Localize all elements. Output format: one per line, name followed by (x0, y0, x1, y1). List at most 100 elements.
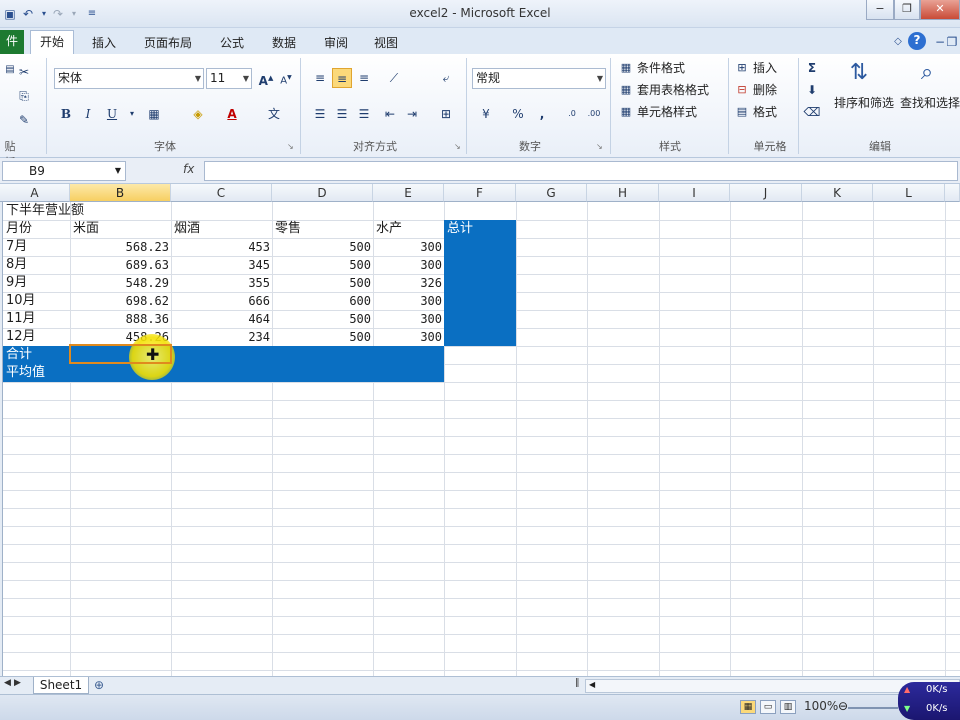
total-label-cell[interactable]: 合计 (3, 346, 70, 364)
value-cell-b[interactable]: 888.36 (70, 310, 171, 328)
value-cell-e[interactable]: 300 (373, 328, 444, 346)
page-break-view-icon[interactable]: ▥ (780, 700, 796, 714)
normal-view-icon[interactable]: ▦ (740, 700, 756, 714)
value-cell-d[interactable]: 600 (272, 292, 373, 310)
autosum-icon[interactable]: Σ (802, 58, 822, 78)
sort-filter-icon[interactable]: ⇅ (844, 58, 874, 88)
borders-icon[interactable]: ▦ (144, 104, 164, 124)
underline-button[interactable]: U (102, 104, 122, 124)
conditional-format-icon[interactable]: ▦ (616, 58, 636, 78)
zoom-out-icon[interactable]: ⊖ (838, 699, 848, 713)
zoom-slider[interactable] (848, 707, 898, 709)
formula-input[interactable] (204, 161, 958, 181)
tab-file[interactable]: 件 (0, 30, 24, 54)
ribbon-restore-icon[interactable]: ❐ (944, 34, 960, 50)
number-format-combo[interactable]: 常规 ▼ (472, 68, 606, 89)
sheet-title-cell[interactable]: 下半年营业额 (3, 202, 171, 220)
insert-function-button[interactable]: fx (183, 162, 194, 176)
first-sheet-icon[interactable]: ◀ (4, 678, 11, 688)
name-box[interactable]: B9 ▼ (2, 161, 126, 181)
header-cell-c[interactable]: 烟酒 (171, 220, 272, 238)
increase-indent-icon[interactable]: ⇥ (402, 104, 422, 124)
find-select-icon[interactable]: ⌕ (912, 58, 942, 88)
value-cell-e[interactable]: 300 (373, 292, 444, 310)
shrink-font-icon[interactable]: A▼ (276, 68, 296, 88)
align-left-icon[interactable]: ☰ (310, 104, 330, 124)
table-format-icon[interactable]: ▦ (616, 80, 636, 100)
grow-font-icon[interactable]: A▲ (256, 68, 276, 88)
tab-home[interactable]: 开始 (30, 30, 74, 55)
sheet-tab-sheet1[interactable]: Sheet1 (33, 677, 89, 694)
header-cell-total[interactable]: 总计 (444, 220, 516, 238)
cell-styles-icon[interactable]: ▦ (616, 102, 636, 122)
column-header-b[interactable]: B (70, 184, 171, 202)
column-header-i[interactable]: I (659, 184, 730, 202)
sort-filter-button[interactable]: 排序和筛选 (834, 94, 894, 112)
column-header-a[interactable]: A (0, 184, 70, 202)
last-sheet-icon[interactable]: ▶ (14, 678, 21, 688)
insert-cells-icon[interactable]: ⊞ (732, 58, 752, 78)
format-painter-icon[interactable]: ✎ (14, 110, 34, 130)
value-cell-e[interactable]: 300 (373, 310, 444, 328)
decrease-indent-icon[interactable]: ⇤ (380, 104, 400, 124)
page-layout-view-icon[interactable]: ▭ (760, 700, 776, 714)
bold-button[interactable]: B (56, 104, 76, 124)
column-header-c[interactable]: C (171, 184, 272, 202)
align-middle-icon[interactable]: ≡ (332, 68, 352, 88)
cut-icon[interactable]: ✂ (14, 62, 34, 82)
copy-icon[interactable]: ⎘ (14, 86, 34, 106)
tab-insert[interactable]: 插入 (84, 32, 124, 54)
column-header-h[interactable]: H (587, 184, 659, 202)
minimize-button[interactable]: − (866, 0, 894, 20)
align-center-icon[interactable]: ☰ (332, 104, 352, 124)
format-cells-icon[interactable]: ▤ (732, 102, 752, 122)
value-cell-b[interactable]: 568.23 (70, 238, 171, 256)
align-bottom-icon[interactable]: ≡ (354, 68, 374, 88)
phonetic-icon[interactable]: 文 (264, 104, 284, 124)
value-cell-e[interactable]: 326 (373, 274, 444, 292)
tab-data[interactable]: 数据 (264, 32, 304, 54)
align-top-icon[interactable]: ≡ (310, 68, 330, 88)
close-button[interactable]: ✕ (920, 0, 960, 20)
split-handle-icon[interactable]: ‖ (575, 678, 580, 688)
column-header-j[interactable]: J (730, 184, 802, 202)
month-cell[interactable]: 9月 (3, 274, 70, 292)
fill-color-icon[interactable]: ◈ (188, 104, 208, 124)
value-cell-b[interactable]: 548.29 (70, 274, 171, 292)
format-cells-button[interactable]: 格式 (753, 103, 777, 121)
restore-button[interactable]: ❐ (894, 0, 920, 20)
value-cell-d[interactable]: 500 (272, 310, 373, 328)
delete-cells-icon[interactable]: ⊟ (732, 80, 752, 100)
font-color-icon[interactable]: A (222, 104, 242, 124)
merge-center-icon[interactable]: ⊞ (436, 104, 456, 124)
decrease-decimal-icon[interactable]: .00 (584, 104, 604, 124)
value-cell-d[interactable]: 500 (272, 328, 373, 346)
column-header-g[interactable]: G (516, 184, 587, 202)
value-cell-c[interactable]: 234 (171, 328, 272, 346)
value-cell-d[interactable]: 500 (272, 238, 373, 256)
column-header-f[interactable]: F (444, 184, 516, 202)
tab-review[interactable]: 审阅 (316, 32, 356, 54)
value-cell-c[interactable]: 345 (171, 256, 272, 274)
find-select-button[interactable]: 查找和选择 (900, 94, 960, 112)
month-cell[interactable]: 11月 (3, 310, 70, 328)
value-cell-d[interactable]: 500 (272, 256, 373, 274)
font-size-combo[interactable]: 11 ▼ (206, 68, 252, 89)
value-cell-c[interactable]: 453 (171, 238, 272, 256)
italic-button[interactable]: I (78, 104, 98, 124)
column-header-d[interactable]: D (272, 184, 373, 202)
help-icon[interactable]: ? (908, 32, 926, 50)
value-cell-b[interactable]: 689.63 (70, 256, 171, 274)
underline-dropdown-icon[interactable]: ▾ (122, 104, 142, 124)
clear-icon[interactable]: ⌫ (802, 102, 822, 122)
tab-view[interactable]: 视图 (366, 32, 406, 54)
dialog-launcher-icon[interactable]: ↘ (454, 138, 461, 156)
font-name-combo[interactable]: 宋体 ▼ (54, 68, 204, 89)
table-format-button[interactable]: 套用表格格式 (637, 81, 709, 99)
scroll-left-icon[interactable]: ◀ (589, 680, 595, 689)
collapse-ribbon-icon[interactable]: ◇ (890, 34, 906, 50)
month-cell[interactable]: 7月 (3, 238, 70, 256)
header-cell-e[interactable]: 水产 (373, 220, 444, 238)
worksheet-grid[interactable]: A B C D E F G H I J K L 下半年营业额 月份 米面 烟酒 … (0, 184, 960, 676)
value-cell-c[interactable]: 355 (171, 274, 272, 292)
